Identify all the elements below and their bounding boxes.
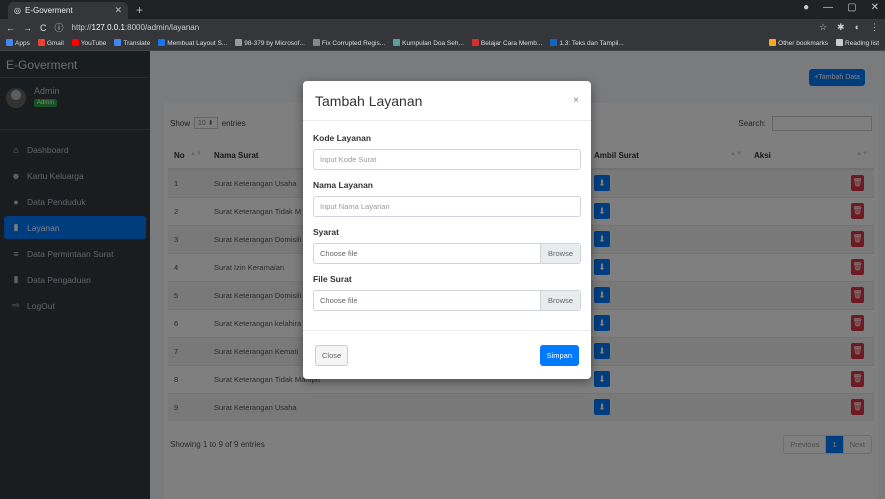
save-button[interactable]: Simpan [539,344,579,366]
close-icon[interactable]: ✕ [114,5,122,16]
youtube-icon [71,39,79,46]
bookmark-youtube[interactable]: YouTube [71,39,106,47]
forward-icon[interactable]: → [23,23,32,33]
modal-body: Kode Layanan Input Kode Surat Nama Layan… [303,121,591,311]
close-button[interactable]: Close [315,344,349,366]
bookmark-teks[interactable]: 1.3: Teks dan Tampil... [550,39,624,47]
page-icon [158,39,166,46]
translate-icon [114,39,122,46]
page-icon [471,39,479,46]
extension-icon[interactable]: ✱ [837,22,845,33]
back-icon[interactable]: ← [6,23,15,33]
syarat-browse-button[interactable]: Browse [539,244,580,263]
bookmark-doa[interactable]: Kumpulan Doa Seh... [393,39,464,47]
reload-icon[interactable]: C [40,23,47,33]
info-icon: ⓘ [54,23,64,33]
folder-icon [769,39,777,46]
kode-layanan-input[interactable]: Input Kode Surat [313,149,581,170]
file-surat-label: File Surat [313,274,352,284]
kode-layanan-label: Kode Layanan [313,133,372,143]
file-surat-input[interactable]: Choose file Browse [313,290,581,311]
modal-header: Tambah Layanan × [303,81,591,121]
bookmark-other[interactable]: Other bookmarks [769,39,828,47]
page-icon [312,39,320,46]
reading-list-icon [836,39,844,46]
tab-title: E-Goverment [24,6,73,15]
modal-title: Tambah Layanan [315,92,423,109]
file-surat-name: Choose file [320,296,358,305]
bookmark-microsoft[interactable]: 98-379 by Microsof... [235,39,305,47]
bookmarks-bar: Apps Gmail YouTube Translate Membuat Lay… [0,36,885,51]
bookmark-belajar[interactable]: Belajar Cara Memb... [471,39,542,47]
modal-footer: Close Simpan [303,330,591,379]
close-icon[interactable]: × [573,95,579,106]
bookmark-registry[interactable]: Fix Corrupted Regis... [312,39,385,47]
window-controls: ● — ▢ ✕ [803,2,879,13]
nama-layanan-input[interactable]: Input Nama Layanan [313,196,581,217]
apps-icon [6,39,13,46]
bookmark-apps[interactable]: Apps [6,39,30,47]
nama-layanan-label: Nama Layanan [313,180,373,190]
record-icon[interactable]: ● [803,2,809,13]
url-field[interactable]: http://127.0.0.1:8000/admin/layanan [72,23,200,32]
tambah-layanan-modal: Tambah Layanan × Kode Layanan Input Kode… [303,81,591,379]
syarat-label: Syarat [313,227,339,237]
maximize-icon[interactable]: ▢ [847,2,856,13]
gmail-icon [37,39,45,46]
file-surat-browse-button[interactable]: Browse [539,291,580,310]
page-icon [393,39,401,46]
new-tab-icon[interactable]: + [136,2,143,19]
profile-icon[interactable]: ◐ [855,22,860,33]
app: E-Goverment Admin Admin ⌂Dashboard ☻Kart… [0,51,885,499]
browser-tab[interactable]: ◎ E-Goverment ✕ [8,2,128,19]
globe-icon: ◎ [14,6,21,15]
menu-icon[interactable]: ⋮ [870,22,879,33]
minimize-icon[interactable]: — [823,2,833,13]
bookmark-translate[interactable]: Translate [114,39,150,47]
close-window-icon[interactable]: ✕ [871,2,879,13]
bookmark-layout[interactable]: Membuat Layout S... [158,39,227,47]
address-bar: ← → C ⓘ http://127.0.0.1:8000/admin/laya… [0,19,885,36]
page-icon [550,39,558,46]
bookmark-gmail[interactable]: Gmail [37,39,64,47]
syarat-file-input[interactable]: Choose file Browse [313,243,581,264]
bookmark-reading-list[interactable]: Reading list [836,39,879,47]
page-icon [235,39,243,46]
browser-tabbar: ◎ E-Goverment ✕ + ● — ▢ ✕ [0,0,885,19]
syarat-file-name: Choose file [320,249,358,258]
star-icon[interactable]: ☆ [819,22,827,33]
